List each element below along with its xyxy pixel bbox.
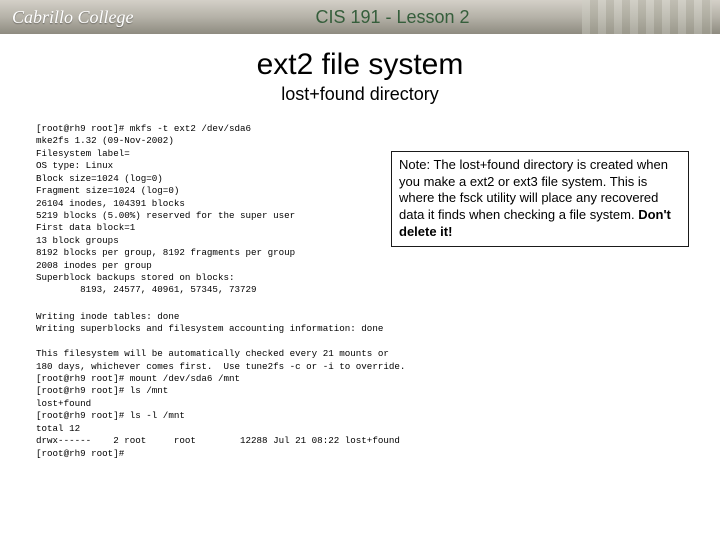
note-callout: Note: The lost+found directory is create…	[391, 151, 689, 247]
header-banner: Cabrillo College CIS 191 - Lesson 2	[0, 0, 720, 34]
slide-subtitle: lost+found directory	[0, 84, 720, 105]
slide-title: ext2 file system	[0, 48, 720, 82]
terminal-output-lower: Writing inode tables: done Writing super…	[36, 311, 684, 460]
header-photo	[582, 0, 712, 34]
note-text: Note: The lost+found directory is create…	[399, 157, 668, 222]
college-logo: Cabrillo College	[0, 7, 205, 28]
